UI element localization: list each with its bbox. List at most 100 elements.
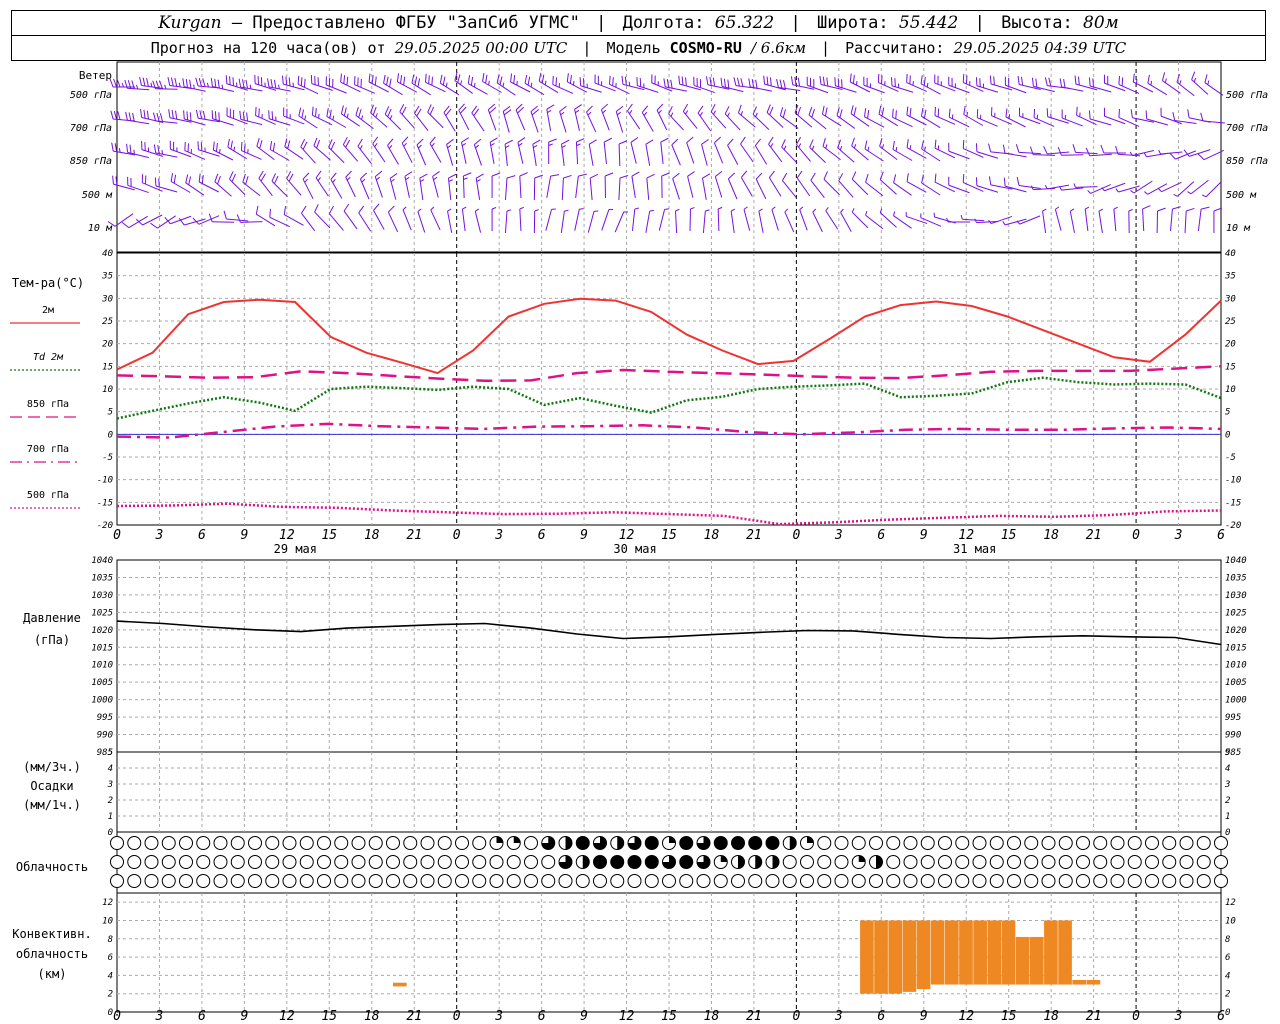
cloud-cover-symbol bbox=[1058, 836, 1073, 850]
cloud-circle bbox=[1127, 836, 1142, 850]
cloud-cover-symbol bbox=[368, 874, 383, 888]
wind-barb-feather bbox=[225, 75, 228, 84]
wind-barb-staff bbox=[631, 176, 636, 198]
wind-barb-feather bbox=[195, 77, 199, 87]
wind-barb bbox=[283, 206, 304, 226]
cloud-circle bbox=[903, 836, 918, 850]
wind-barb bbox=[328, 139, 345, 164]
wind-barb-feather bbox=[340, 73, 342, 83]
wind-barb-feather bbox=[281, 75, 284, 85]
cloud-cover-symbol bbox=[938, 874, 952, 888]
wind-barb-feather bbox=[867, 109, 870, 119]
wind-barb-half-feather bbox=[629, 110, 633, 115]
temp-ytick-left: 25 bbox=[102, 317, 113, 327]
cloud-fill-partial bbox=[807, 836, 814, 843]
cloud-circle bbox=[282, 874, 297, 888]
cloud-cover-symbol bbox=[575, 836, 590, 850]
precip-ytick-right: 5 bbox=[1225, 748, 1230, 758]
wind-barb-half-feather bbox=[602, 109, 607, 114]
wind-barb-feather bbox=[217, 175, 221, 185]
wind-barb-feather bbox=[156, 112, 160, 122]
wind-barb-staff bbox=[1054, 209, 1062, 231]
wind-barb-staff bbox=[1004, 152, 1027, 158]
precip-unit-1h: (мм/1ч.) bbox=[23, 798, 81, 812]
cloud-circle bbox=[437, 836, 452, 850]
wind-barb-feather bbox=[116, 78, 121, 88]
cloud-fill-full bbox=[645, 855, 659, 869]
wind-barb bbox=[471, 105, 485, 132]
wind-barb bbox=[374, 170, 383, 198]
cloud-circle bbox=[1007, 855, 1021, 869]
wind-barb bbox=[675, 208, 680, 234]
wind-barb-staff bbox=[417, 211, 426, 233]
wind-barb-feather bbox=[603, 137, 613, 143]
wind-barb-half-feather bbox=[518, 142, 523, 147]
cloud-cover-symbol bbox=[610, 855, 625, 869]
wind-barb bbox=[446, 138, 454, 166]
wind-barb-feather bbox=[519, 172, 528, 177]
temp-ytick-left: -15 bbox=[97, 498, 113, 508]
cloud-cover-symbol bbox=[1076, 836, 1090, 850]
wind-barb-feather bbox=[892, 140, 895, 150]
cloud-circle bbox=[782, 855, 797, 869]
wind-barb-feather bbox=[461, 137, 469, 143]
wind-barb-half-feather bbox=[576, 143, 581, 146]
wind-barb-feather bbox=[153, 144, 157, 153]
wind-barb-half-feather bbox=[798, 143, 802, 148]
wind-barb-feather bbox=[1204, 74, 1208, 83]
cloud-circle bbox=[1041, 874, 1056, 888]
cloud-cover-symbol bbox=[420, 836, 435, 850]
conv-ytick-left: 10 bbox=[102, 916, 113, 926]
cloud-cover-symbol bbox=[541, 836, 556, 850]
wind-barb-feather bbox=[125, 111, 128, 121]
wind-barb bbox=[443, 105, 456, 132]
wind-barb-feather bbox=[174, 77, 178, 87]
wind-barb-half-feather bbox=[502, 82, 505, 87]
wind-barb bbox=[702, 209, 710, 234]
wind-barb-half-feather bbox=[1070, 208, 1075, 212]
time-tick-label-lower: 12 bbox=[958, 1009, 974, 1024]
time-tick-label-upper: 0 bbox=[792, 528, 800, 543]
precip-ytick-left: 5 bbox=[108, 748, 113, 758]
wind-barb-half-feather bbox=[388, 144, 393, 149]
wind-barb bbox=[823, 171, 840, 196]
time-tick-label-lower: 9 bbox=[580, 1009, 588, 1024]
wind-barb bbox=[302, 172, 314, 200]
time-tick-label-upper: 18 bbox=[364, 528, 380, 543]
pressure-ytick-left: 1025 bbox=[91, 608, 113, 618]
time-tick-label-lower: 18 bbox=[1043, 1009, 1059, 1024]
cloud-cover-symbol bbox=[196, 836, 211, 850]
wind-barb-feather bbox=[819, 75, 822, 85]
wind-barb-feather bbox=[231, 173, 236, 182]
wind-barb bbox=[768, 170, 782, 197]
wind-barb-half-feather bbox=[758, 208, 763, 212]
wind-barb-feather bbox=[631, 171, 640, 177]
wind-barb-feather bbox=[271, 173, 276, 182]
wind-barb-feather bbox=[923, 76, 926, 86]
cloud-cover-symbol bbox=[299, 836, 314, 850]
cloud-circle bbox=[351, 836, 366, 850]
cloud-cover-symbol bbox=[179, 836, 193, 850]
wind-barb-feather bbox=[893, 174, 897, 183]
cloud-cover-symbol bbox=[179, 855, 193, 869]
cloud-fill-partial bbox=[738, 855, 745, 869]
wind-level-label-right: 500 гПа bbox=[1226, 90, 1268, 101]
wind-barb bbox=[530, 105, 540, 133]
wind-barb bbox=[796, 170, 811, 197]
time-tick-label-upper: 18 bbox=[704, 528, 720, 543]
wind-barb bbox=[1044, 184, 1070, 190]
cloud-cover-symbol bbox=[972, 836, 987, 850]
wind-barb bbox=[1087, 184, 1111, 194]
wind-barb-feather bbox=[260, 173, 266, 182]
wind-barb bbox=[574, 104, 582, 131]
wind-barb-staff bbox=[1089, 153, 1112, 157]
cloud-circle bbox=[713, 874, 728, 888]
wind-barb-staff bbox=[618, 143, 621, 167]
wind-barb bbox=[548, 138, 557, 164]
pressure-ytick-right: 1030 bbox=[1225, 591, 1247, 601]
cloud-circle bbox=[575, 874, 590, 888]
wind-barb-staff bbox=[768, 177, 782, 197]
wind-barb bbox=[271, 173, 288, 198]
wind-barb-feather bbox=[822, 138, 826, 147]
wind-barb bbox=[517, 137, 526, 164]
